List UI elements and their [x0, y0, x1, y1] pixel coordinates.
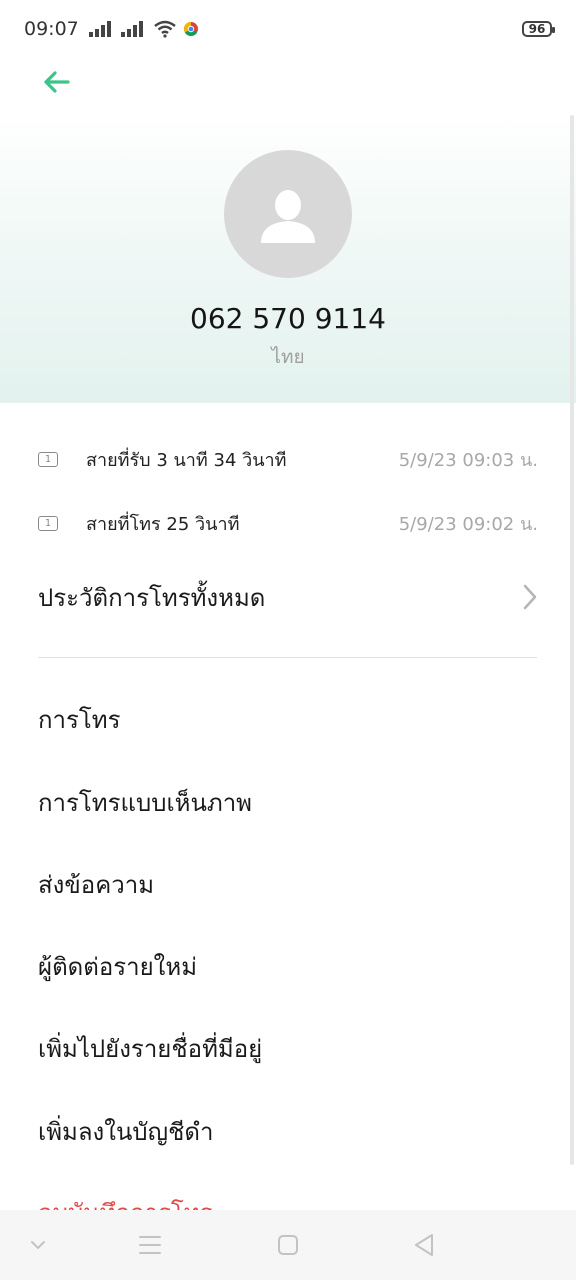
add-to-blacklist-action[interactable]: เพิ่มลงในบัญชีดำ — [38, 1111, 538, 1151]
wifi-icon — [153, 20, 176, 38]
avatar — [224, 150, 352, 278]
nav-menu-button[interactable] — [132, 1228, 168, 1262]
menu-icon — [139, 1236, 161, 1254]
status-left: 09:07 — [24, 18, 199, 40]
signal-2-icon — [120, 21, 143, 37]
status-bar: 09:07 96 — [0, 0, 576, 58]
history-label: ประวัติการโทรทั้งหมด — [38, 583, 266, 612]
square-icon — [278, 1235, 298, 1255]
new-contact-action[interactable]: ผู้ติดต่อรายใหม่ — [38, 946, 538, 986]
arrow-left-icon — [44, 71, 70, 93]
person-icon — [261, 190, 315, 243]
sim-1-icon: 1 — [38, 515, 58, 531]
navigation-bar — [0, 1210, 576, 1280]
divider — [38, 657, 537, 658]
call-log-row[interactable]: 1 สายที่โทร 25 วินาที 5/9/23 09:02 น. — [38, 508, 538, 538]
scrollbar[interactable] — [570, 115, 574, 1165]
call-description: สายที่โทร 25 วินาที — [86, 513, 240, 535]
call-time: 5/9/23 09:03 น. — [398, 449, 538, 471]
all-call-history-button[interactable]: ประวัติการโทรทั้งหมด — [38, 574, 538, 620]
chrome-icon — [183, 22, 198, 36]
battery-icon: 96 — [522, 21, 555, 37]
phone-location: ไทย — [271, 346, 305, 368]
back-button[interactable] — [36, 64, 76, 100]
status-icons — [88, 20, 199, 38]
call-description: สายที่รับ 3 นาที 34 วินาที — [86, 449, 287, 471]
video-call-action[interactable]: การโทรแบบเห็นภาพ — [38, 782, 538, 822]
call-time: 5/9/23 09:02 น. — [398, 513, 538, 535]
sim-1-icon: 1 — [38, 451, 58, 467]
call-action[interactable]: การโทร — [38, 699, 538, 739]
call-log-row[interactable]: 1 สายที่รับ 3 นาที 34 วินาที 5/9/23 09:0… — [38, 444, 538, 474]
nav-back-button[interactable] — [406, 1228, 442, 1262]
status-time: 09:07 — [24, 18, 79, 40]
nav-collapse-button[interactable] — [20, 1228, 56, 1262]
add-to-existing-contact-action[interactable]: เพิ่มไปยังรายชื่อที่มีอยู่ — [38, 1028, 538, 1068]
phone-number: 062 570 9114 — [190, 302, 386, 335]
signal-1-icon — [88, 21, 111, 37]
triangle-back-icon — [415, 1234, 433, 1256]
nav-home-button[interactable] — [270, 1228, 306, 1262]
chevron-down-icon — [31, 1241, 45, 1250]
chevron-right-icon — [523, 584, 537, 610]
battery-level: 96 — [528, 22, 546, 36]
send-message-action[interactable]: ส่งข้อความ — [38, 864, 538, 904]
